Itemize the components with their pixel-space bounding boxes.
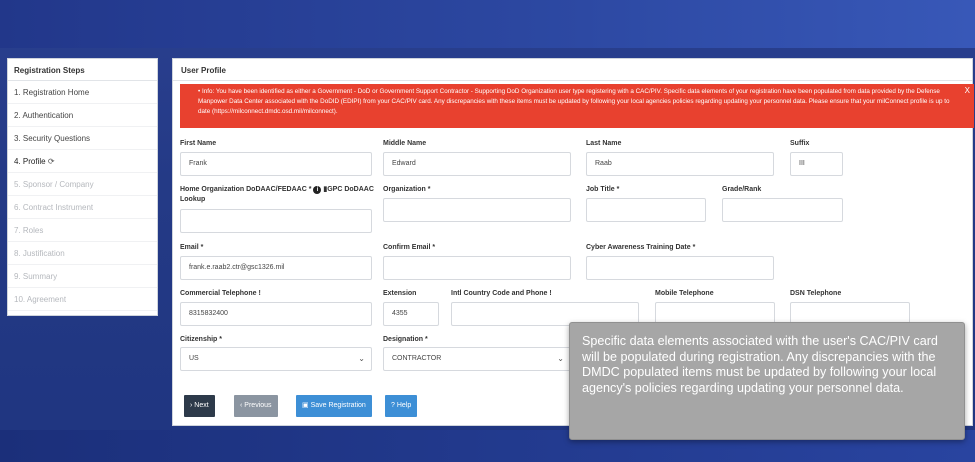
- question-circle-icon: ?: [391, 402, 395, 409]
- email-input[interactable]: frank.e.raab2.ctr@gsc1326.mil: [180, 256, 372, 280]
- page-title: User Profile: [173, 59, 972, 81]
- home-org-label: Home Organization DoDAAC/FEDAAC * i ▮GPC…: [180, 185, 380, 205]
- suffix-label: Suffix: [790, 140, 810, 147]
- designation-label: Designation *: [383, 336, 428, 343]
- first-name-input[interactable]: Frank: [180, 152, 372, 176]
- commercial-telephone-label: Commercial Telephone !: [180, 290, 261, 297]
- organization-input[interactable]: [383, 198, 571, 222]
- step-security-questions[interactable]: 3. Security Questions: [8, 127, 157, 150]
- cyber-awareness-date-input[interactable]: [586, 256, 774, 280]
- save-registration-button[interactable]: ▣ Save Registration: [296, 395, 372, 417]
- step-authentication[interactable]: 2. Authentication: [8, 104, 157, 127]
- extension-input[interactable]: 4355: [383, 302, 439, 326]
- confirm-email-input[interactable]: [383, 256, 571, 280]
- last-name-input[interactable]: Raab: [586, 152, 774, 176]
- next-button[interactable]: › Next: [184, 395, 215, 417]
- previous-button[interactable]: ‹ Previous: [234, 395, 278, 417]
- step-profile-label: 4. Profile: [14, 157, 46, 166]
- dsn-telephone-label: DSN Telephone: [790, 290, 842, 297]
- first-name-label: First Name: [180, 140, 217, 147]
- step-agreement: 10. Agreement: [8, 288, 157, 311]
- alert-close-button[interactable]: X: [965, 86, 970, 96]
- designation-select[interactable]: CONTRACTOR ⌄: [383, 347, 571, 371]
- email-label: Email *: [180, 244, 204, 251]
- home-org-label-text: Home Organization DoDAAC/FEDAAC *: [180, 186, 312, 193]
- step-contract-instrument: 6. Contract Instrument: [8, 196, 157, 219]
- intl-phone-label: Intl Country Code and Phone !: [451, 290, 552, 297]
- confirm-email-label: Confirm Email *: [383, 244, 436, 251]
- suffix-input[interactable]: III: [790, 152, 843, 176]
- home-org-input[interactable]: [180, 209, 372, 233]
- job-title-input[interactable]: [586, 198, 706, 222]
- next-button-label: Next: [194, 402, 209, 409]
- chevron-right-icon: ›: [190, 402, 193, 409]
- middle-name-label: Middle Name: [383, 140, 427, 147]
- chevron-down-icon: ⌄: [358, 354, 365, 363]
- commercial-telephone-input[interactable]: 8315832400: [180, 302, 372, 326]
- designation-value: CONTRACTOR: [392, 355, 442, 362]
- help-button[interactable]: ? Help: [385, 395, 418, 417]
- help-button-label: Help: [396, 402, 412, 409]
- organization-label: Organization *: [383, 186, 431, 193]
- extension-label: Extension: [383, 290, 417, 297]
- previous-button-label: Previous: [244, 402, 272, 409]
- alert-text: Info: You have been identified as either…: [198, 88, 950, 115]
- refresh-icon: ⟳: [47, 157, 55, 166]
- step-summary: 9. Summary: [8, 265, 157, 288]
- mobile-telephone-label: Mobile Telephone: [655, 290, 714, 297]
- grade-rank-input[interactable]: [722, 198, 843, 222]
- step-roles: 7. Roles: [8, 219, 157, 242]
- info-circle-icon[interactable]: i: [313, 186, 322, 194]
- citizenship-select[interactable]: US ⌄: [180, 347, 372, 371]
- top-banner: [0, 0, 975, 48]
- cyber-awareness-label: Cyber Awareness Training Date *: [586, 244, 696, 251]
- step-registration-home[interactable]: 1. Registration Home: [8, 81, 157, 104]
- step-justification: 8. Justification: [8, 242, 157, 265]
- step-sponsor-company: 5. Sponsor / Company: [8, 173, 157, 196]
- job-title-label: Job Title *: [586, 186, 620, 193]
- step-profile[interactable]: 4. Profile ⟳: [8, 150, 157, 173]
- save-icon: ▣: [302, 402, 309, 409]
- sidebar-title: Registration Steps: [8, 59, 157, 81]
- save-registration-label: Save Registration: [310, 402, 366, 409]
- chevron-down-icon: ⌄: [557, 354, 564, 363]
- chevron-left-icon: ‹: [240, 402, 243, 409]
- citizenship-label: Citizenship *: [180, 336, 223, 343]
- info-tooltip: Specific data elements associated with t…: [569, 322, 965, 440]
- middle-name-input[interactable]: Edward: [383, 152, 571, 176]
- registration-steps-panel: Registration Steps 1. Registration Home …: [7, 58, 158, 316]
- last-name-label: Last Name: [586, 140, 622, 147]
- citizenship-value: US: [189, 355, 199, 362]
- grade-rank-label: Grade/Rank: [722, 186, 762, 193]
- info-alert: • Info: You have been identified as eith…: [180, 84, 974, 128]
